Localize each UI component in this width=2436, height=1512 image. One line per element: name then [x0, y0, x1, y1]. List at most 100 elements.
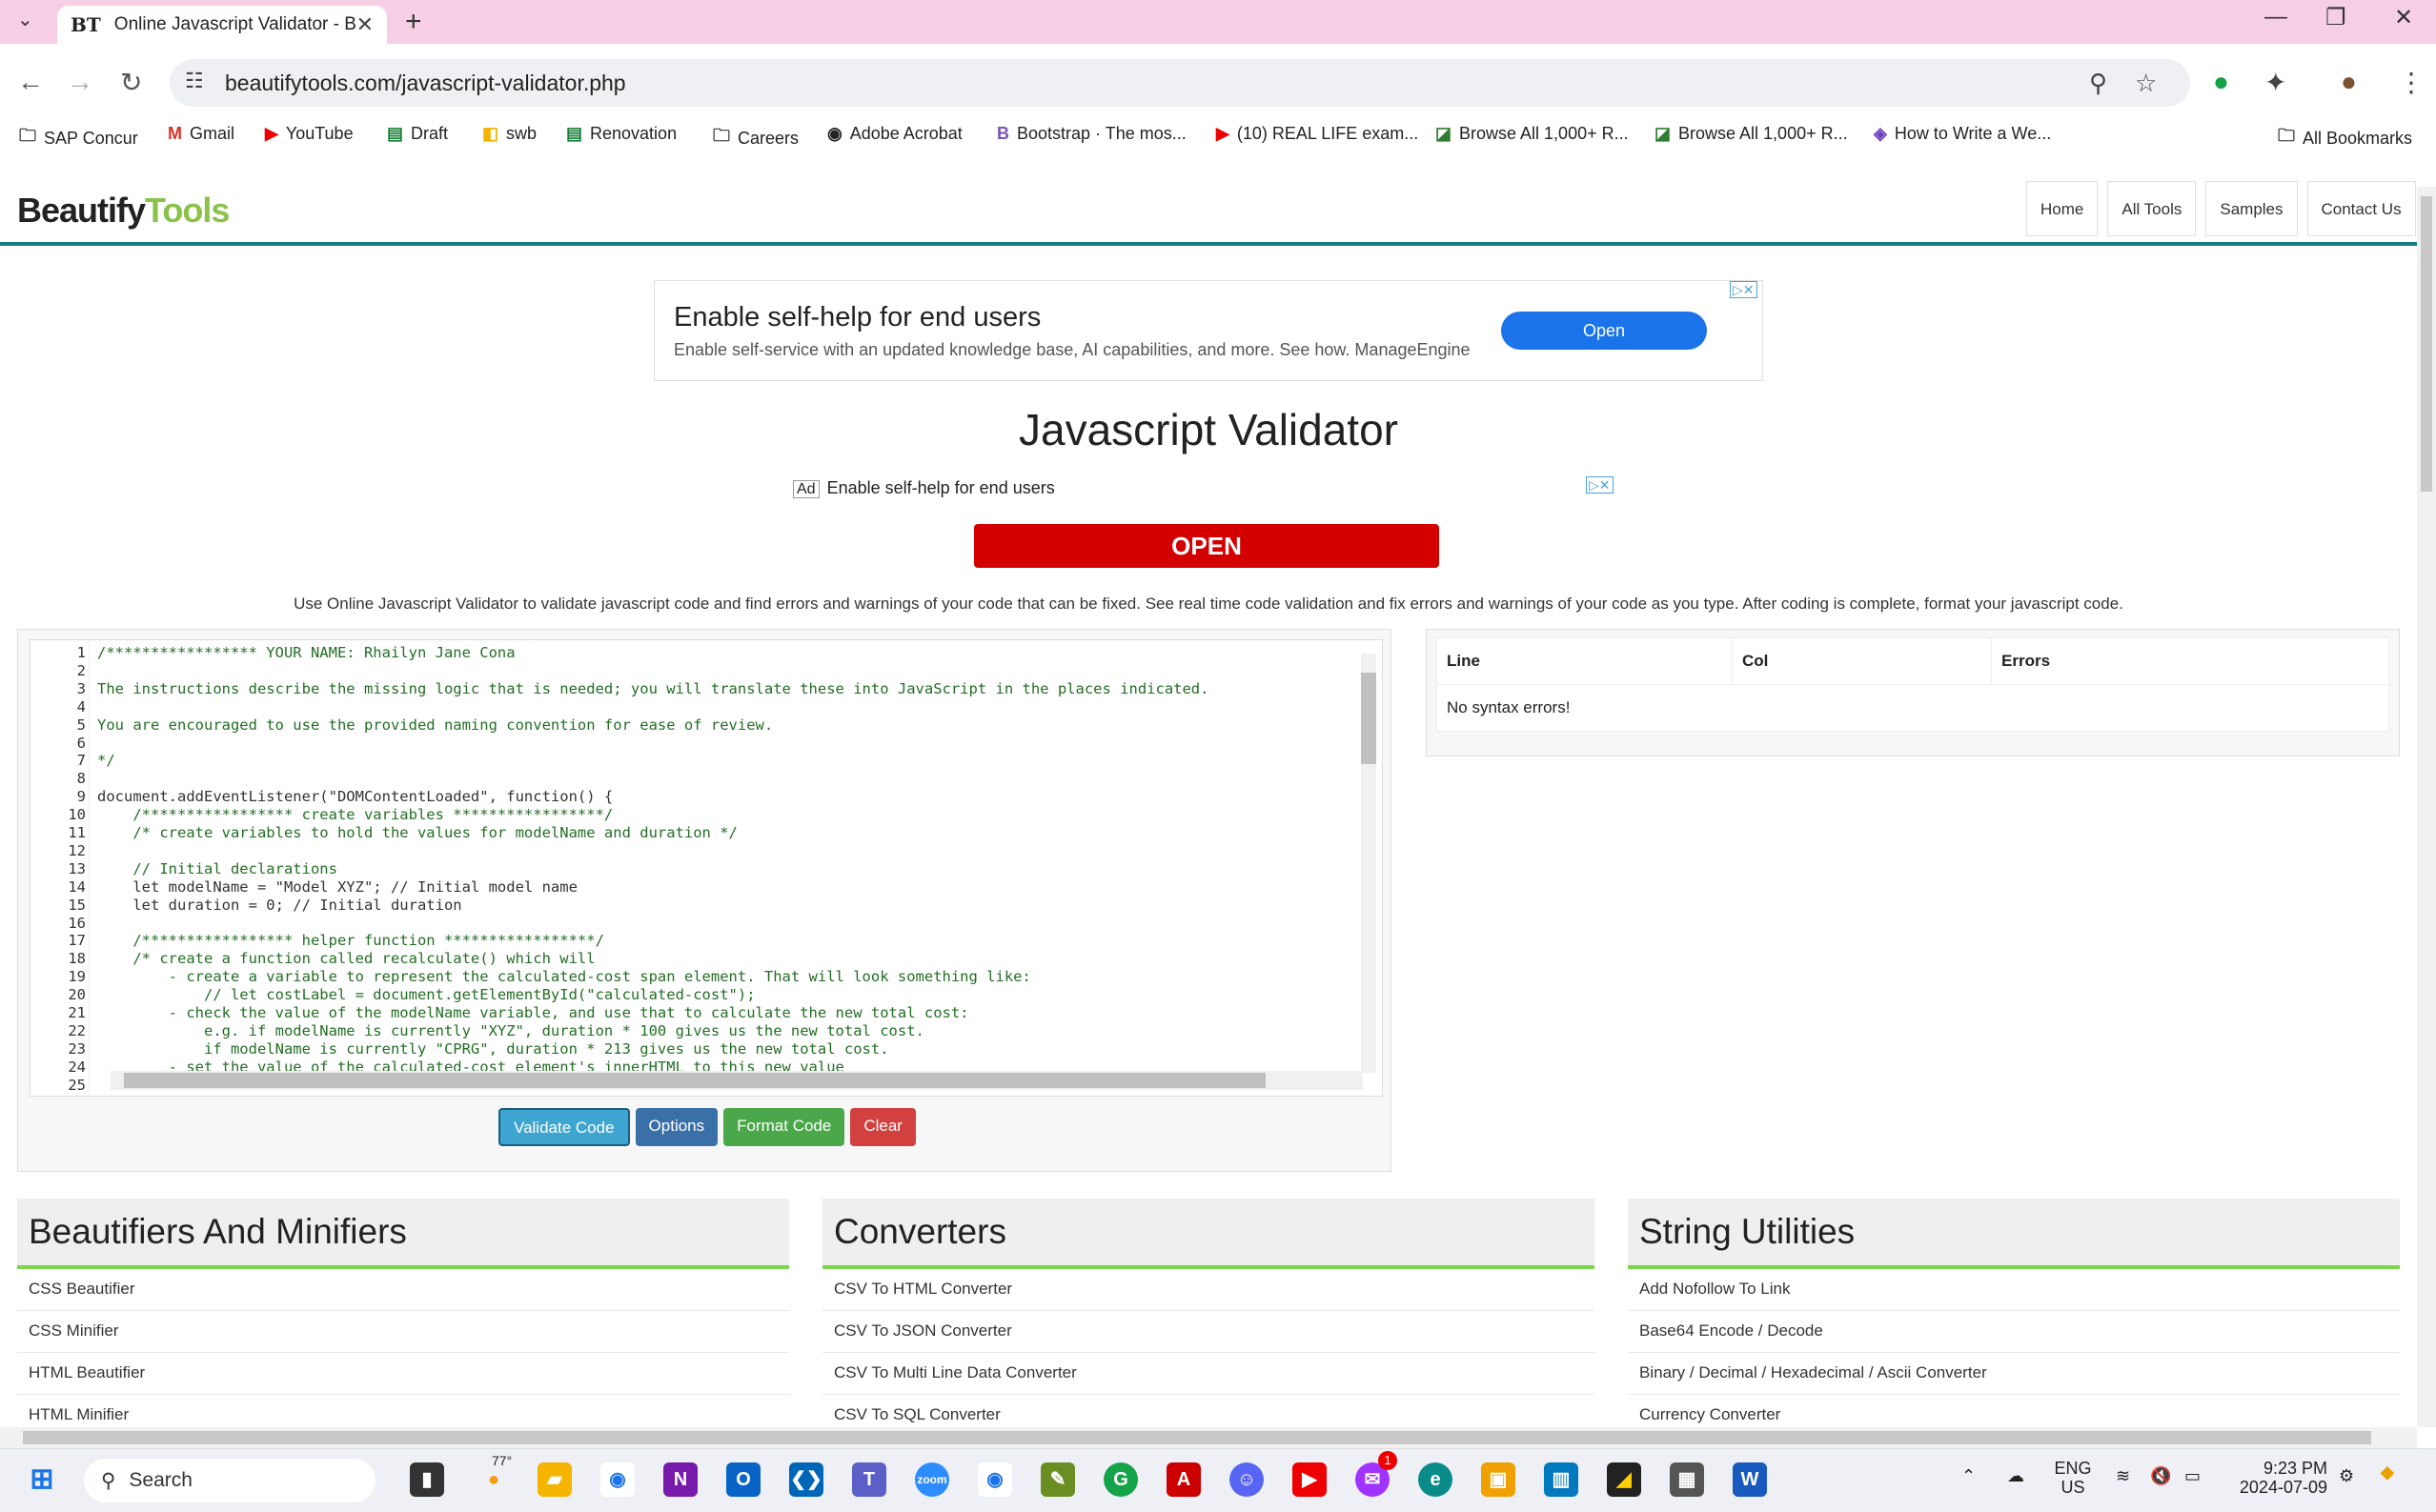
- clock[interactable]: 9:23 PM 2024-07-09: [2223, 1459, 2327, 1497]
- editor-horizontal-scrollbar[interactable]: [111, 1071, 1363, 1090]
- bookmark-item[interactable]: 🗀 Careers: [713, 124, 799, 152]
- chevron-up-icon[interactable]: ⌃: [1961, 1466, 1976, 1485]
- scroll-thumb[interactable]: [2421, 196, 2432, 492]
- ad-open-button[interactable]: OPEN: [974, 524, 1439, 568]
- menu-icon[interactable]: ⋮: [2398, 67, 2425, 98]
- app-icon[interactable]: ✎: [1041, 1462, 1075, 1497]
- page-title: Javascript Validator: [1019, 405, 1398, 454]
- vscode-icon[interactable]: ❮❯: [789, 1462, 823, 1497]
- all-bookmarks[interactable]: 🗀 All Bookmarks: [2278, 124, 2412, 152]
- nav-contact-us[interactable]: Contact Us: [2306, 181, 2416, 236]
- tool-link[interactable]: CSV To Multi Line Data Converter: [822, 1353, 1594, 1395]
- bookmark-item[interactable]: ◧ swb: [482, 124, 537, 144]
- restore-icon[interactable]: ❐: [2325, 4, 2346, 31]
- bookmark-item[interactable]: B Bootstrap · The mos...: [997, 124, 1187, 144]
- notifications-icon[interactable]: ⚙: [2339, 1466, 2354, 1485]
- edge-icon[interactable]: e: [1418, 1462, 1452, 1497]
- grammarly-extension-icon[interactable]: ●: [2213, 67, 2229, 97]
- trello-icon[interactable]: ▥: [1544, 1462, 1578, 1497]
- copilot-icon[interactable]: ◆: [2381, 1462, 2394, 1482]
- tool-link[interactable]: CSS Minifier: [17, 1311, 789, 1353]
- address-bar[interactable]: ☷ beautifytools.com/javascript-validator…: [170, 59, 2190, 107]
- minimize-icon[interactable]: —: [2264, 4, 2287, 30]
- bookmark-item[interactable]: ▤ Renovation: [566, 124, 677, 144]
- close-window-icon[interactable]: ✕: [2394, 4, 2413, 31]
- back-icon[interactable]: ←: [17, 67, 44, 97]
- ad-banner-mid[interactable]: Ad Enable self-help for end users ▷✕ OPEN: [793, 476, 1628, 568]
- tool-link[interactable]: Base64 Encode / Decode: [1628, 1311, 2400, 1353]
- tool-link[interactable]: HTML Beautifier: [17, 1353, 789, 1395]
- nav-samples[interactable]: Samples: [2205, 181, 2298, 236]
- taskbar-search[interactable]: ⚲ Search: [84, 1459, 376, 1502]
- extensions-icon[interactable]: ✦: [2264, 67, 2286, 98]
- bookmark-item[interactable]: ▶ (10) REAL LIFE exam...: [1216, 124, 1418, 144]
- youtube-icon[interactable]: ▶: [1292, 1462, 1327, 1497]
- adchoices-icon[interactable]: ▷✕: [1730, 281, 1757, 298]
- code-line: /***************** create variables ****…: [97, 806, 614, 824]
- tool-link[interactable]: Add Nofollow To Link: [1628, 1269, 2400, 1311]
- task-view-icon[interactable]: ▮: [410, 1462, 444, 1497]
- options-button[interactable]: Options: [635, 1108, 719, 1146]
- bookmark-item[interactable]: ▶ YouTube: [265, 124, 354, 144]
- format-code-button[interactable]: Format Code: [723, 1108, 845, 1146]
- bookmark-item[interactable]: ◪ Browse All 1,000+ R...: [1654, 124, 1848, 144]
- bookmark-item[interactable]: M Gmail: [168, 124, 234, 144]
- tool-link[interactable]: CSS Beautifier: [17, 1269, 789, 1311]
- ad-banner-top[interactable]: Enable self-help for end users Enable se…: [654, 280, 1763, 381]
- bookmark-item[interactable]: ◈ How to Write a We...: [1874, 124, 2051, 144]
- new-tab-icon[interactable]: +: [405, 6, 422, 38]
- tab-active[interactable]: BT Online Javascript Validator - Be ✕: [57, 6, 387, 44]
- language-indicator[interactable]: ENG US: [2049, 1459, 2097, 1497]
- battery-icon[interactable]: ▭: [2184, 1466, 2201, 1485]
- file-explorer-icon[interactable]: ▰: [538, 1462, 572, 1497]
- tool-link[interactable]: Binary / Decimal / Hexadecimal / Ascii C…: [1628, 1353, 2400, 1395]
- editor-vertical-scrollbar[interactable]: [1361, 654, 1376, 1073]
- page-vertical-scrollbar[interactable]: [2417, 187, 2436, 1427]
- forward-icon[interactable]: →: [67, 67, 93, 97]
- scroll-thumb[interactable]: [124, 1073, 1266, 1088]
- teams-icon[interactable]: T: [852, 1462, 886, 1497]
- page-horizontal-scrollbar[interactable]: [0, 1427, 2417, 1448]
- sticky-notes-icon[interactable]: ◢: [1607, 1462, 1641, 1497]
- tool-link[interactable]: CSV To JSON Converter: [822, 1311, 1594, 1353]
- chrome-icon[interactable]: ◉: [600, 1462, 635, 1497]
- acrobat-icon[interactable]: A: [1167, 1462, 1201, 1497]
- tab-search-icon[interactable]: ⌄: [17, 8, 33, 31]
- discord-icon[interactable]: ☺: [1229, 1462, 1264, 1497]
- clear-button[interactable]: Clear: [850, 1108, 916, 1146]
- gmail-icon: M: [168, 124, 182, 143]
- site-logo[interactable]: BeautifyTools: [17, 191, 230, 231]
- bookmark-item[interactable]: 🗀 SAP Concur: [19, 124, 138, 152]
- wifi-icon[interactable]: ≋: [2116, 1466, 2130, 1485]
- reload-icon[interactable]: ↻: [120, 67, 142, 98]
- bookmark-item[interactable]: ◪ Browse All 1,000+ R...: [1435, 124, 1629, 144]
- bookmark-item[interactable]: ▤ Draft: [387, 124, 448, 144]
- adchoices-icon[interactable]: ▷✕: [1586, 476, 1614, 494]
- zoom-icon[interactable]: ⚲: [2089, 69, 2107, 98]
- calculator-icon[interactable]: ▦: [1670, 1462, 1704, 1497]
- onedrive-icon[interactable]: ☁: [2007, 1466, 2024, 1485]
- bookmark-item[interactable]: ◉ Adobe Acrobat: [827, 124, 963, 144]
- bookmark-star-icon[interactable]: ☆: [2135, 69, 2157, 98]
- scroll-thumb[interactable]: [1361, 673, 1376, 764]
- site-info-icon[interactable]: ☷: [185, 69, 204, 93]
- tool-link[interactable]: CSV To HTML Converter: [822, 1269, 1594, 1311]
- chrome-icon[interactable]: ◉: [978, 1462, 1012, 1497]
- nav-home[interactable]: Home: [2026, 181, 2099, 236]
- grammarly-icon[interactable]: G: [1104, 1462, 1138, 1497]
- validate-code-button[interactable]: Validate Code: [498, 1108, 630, 1146]
- onenote-icon[interactable]: N: [663, 1462, 698, 1497]
- profile-avatar[interactable]: ●: [2341, 67, 2357, 97]
- code-editor[interactable]: 1 /***************** YOUR NAME: Rhailyn J…: [30, 639, 1383, 1097]
- zoom-app-icon[interactable]: zoom: [915, 1462, 949, 1497]
- windows-start-icon[interactable]: ⊞: [25, 1462, 59, 1497]
- scroll-thumb[interactable]: [23, 1431, 2371, 1444]
- app-icon[interactable]: ▣: [1481, 1462, 1515, 1497]
- ad-open-button[interactable]: Open: [1501, 312, 1707, 350]
- line-number: 10: [68, 806, 86, 824]
- word-icon[interactable]: W: [1733, 1462, 1767, 1497]
- outlook-icon[interactable]: O: [726, 1462, 761, 1497]
- close-tab-icon[interactable]: ✕: [356, 12, 374, 37]
- volume-muted-icon[interactable]: 🔇: [2150, 1466, 2171, 1485]
- nav-all-tools[interactable]: All Tools: [2107, 181, 2197, 236]
